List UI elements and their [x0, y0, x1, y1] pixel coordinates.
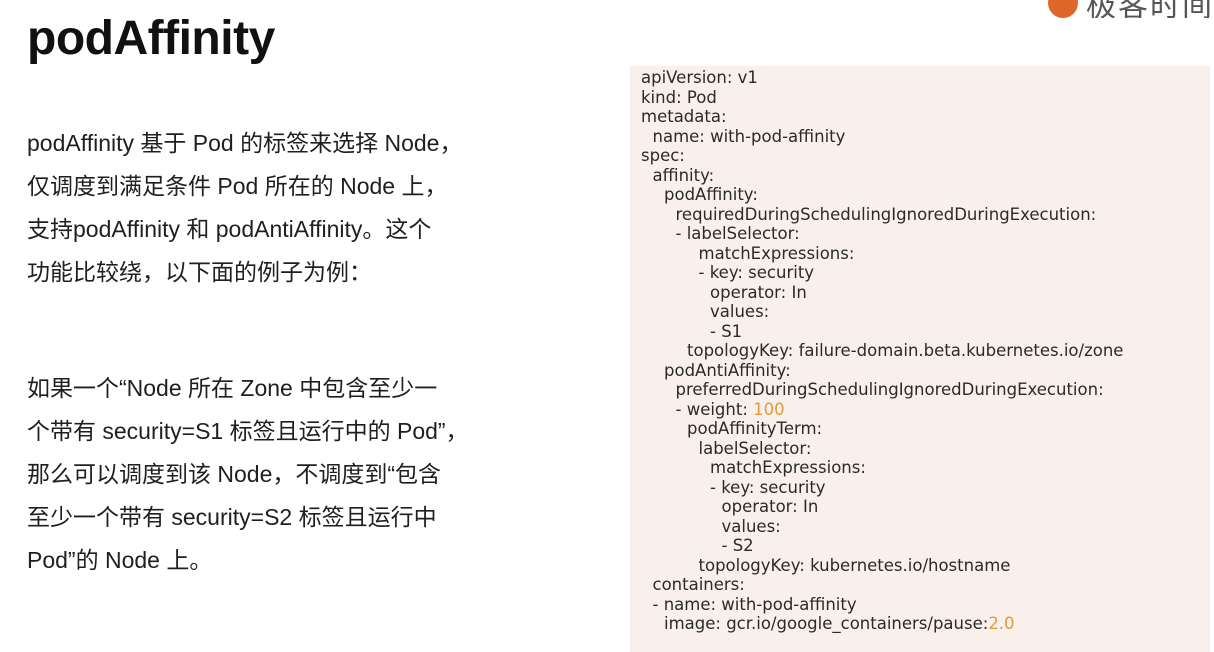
- code-text: - name: with-pod-affinity: [652, 594, 857, 614]
- code-text: name: with-pod-affinity: [652, 126, 846, 146]
- text-line: podAffinity 基于 Pod 的标签来选择 Node，: [27, 130, 463, 156]
- code-text: apiVersion: v1: [641, 68, 758, 87]
- code-text: - S2: [721, 536, 754, 555]
- text-line: 如果一个“Node 所在 Zone 中包含至少一: [27, 375, 438, 401]
- code-text: matchExpressions:: [710, 458, 866, 477]
- code-line: affinity:: [641, 166, 1123, 186]
- slide: podAffinity 极客时间 podAffinity 基于 Pod 的标签来…: [0, 0, 1214, 652]
- logo-mark-icon: [1048, 0, 1078, 18]
- brand-logo: 极客时间: [1048, 0, 1214, 18]
- code-text: - weight:: [675, 399, 754, 419]
- code-text: - key: security: [698, 263, 815, 282]
- code-line: preferredDuringSchedulingIgnoredDuringEx…: [641, 380, 1123, 400]
- code-line: - S2: [641, 536, 1123, 556]
- code-text: podAffinityTerm:: [687, 419, 823, 438]
- code-line: matchExpressions:: [641, 458, 1123, 478]
- code-number-value: 2.0: [988, 614, 1015, 633]
- text-line: 那么可以调度到该 Node，不调度到“包含: [27, 461, 442, 487]
- code-text: operator: In: [710, 282, 807, 302]
- code-text: values:: [710, 302, 770, 321]
- code-line: - labelSelector:: [641, 224, 1123, 244]
- code-line: podAffinity:: [641, 185, 1123, 205]
- code-text: podAntiAffinity:: [664, 360, 791, 380]
- code-text: requiredDuringSchedulingIgnoredDuringExe…: [675, 204, 1097, 224]
- code-line: apiVersion: v1: [641, 68, 1123, 88]
- code-line: - S1: [641, 322, 1123, 342]
- code-line: operator: In: [641, 497, 1123, 517]
- code-text: kind: Pod: [641, 87, 717, 107]
- description-paragraph-1: podAffinity 基于 Pod 的标签来选择 Node， 仅调度到满足条件…: [27, 122, 527, 294]
- text-line: 支持podAffinity 和 podAntiAffinity。这个: [27, 216, 432, 242]
- code-text: matchExpressions:: [698, 243, 855, 263]
- code-line: labelSelector:: [641, 439, 1123, 459]
- text-line: 仅调度到满足条件 Pod 所在的 Node 上，: [27, 173, 448, 199]
- code-text: - S1: [710, 321, 743, 341]
- slide-title: podAffinity: [27, 12, 275, 65]
- code-line: matchExpressions:: [641, 244, 1123, 264]
- code-text: affinity:: [652, 165, 715, 185]
- code-text: topologyKey: failure-domain.beta.kuberne…: [687, 341, 1124, 360]
- yaml-code-block: apiVersion: v1 kind: Pod metadata: name: wi…: [641, 68, 1123, 634]
- code-line: requiredDuringSchedulingIgnoredDuringExe…: [641, 205, 1123, 225]
- code-line: - name: with-pod-affinity: [641, 595, 1123, 615]
- code-line: podAntiAffinity:: [641, 361, 1123, 381]
- code-text: values:: [721, 516, 781, 536]
- text-line: 至少一个带有 security=S2 标签且运行中: [27, 504, 437, 530]
- code-line: spec:: [641, 146, 1123, 166]
- code-text: - key: security: [710, 477, 826, 497]
- text-line: 个带有 security=S1 标签且运行中的 Pod”，: [27, 418, 469, 444]
- code-line: topologyKey: kubernetes.io/hostname: [641, 556, 1123, 576]
- code-line: values:: [641, 302, 1123, 322]
- code-text: labelSelector:: [698, 438, 812, 458]
- code-line: image: gcr.io/google_containers/pause:2.…: [641, 614, 1123, 634]
- code-text: operator: In: [721, 497, 819, 516]
- code-line: operator: In: [641, 283, 1123, 303]
- code-text: - labelSelector:: [675, 224, 800, 243]
- code-text: metadata:: [641, 107, 727, 126]
- code-line: - weight: 100: [641, 400, 1123, 420]
- code-text: podAffinity:: [664, 185, 758, 204]
- code-line: - key: security: [641, 478, 1123, 498]
- code-line: name: with-pod-affinity: [641, 127, 1123, 147]
- code-line: metadata:: [641, 107, 1123, 127]
- code-text: preferredDuringSchedulingIgnoredDuringEx…: [675, 380, 1104, 399]
- text-line: Pod”的 Node 上。: [27, 547, 213, 573]
- logo-text: 极客时间: [1086, 0, 1214, 18]
- description-paragraph-2: 如果一个“Node 所在 Zone 中包含至少一 个带有 security=S1…: [27, 367, 527, 582]
- code-line: podAffinityTerm:: [641, 419, 1123, 439]
- text-line: 功能比较绕，以下面的例子为例：: [27, 259, 372, 285]
- code-text: spec:: [641, 146, 685, 165]
- code-text: containers:: [652, 575, 745, 594]
- code-line: containers:: [641, 575, 1123, 595]
- code-line: topologyKey: failure-domain.beta.kuberne…: [641, 341, 1123, 361]
- code-line: kind: Pod: [641, 88, 1123, 108]
- code-number-value: 100: [753, 399, 785, 419]
- code-text: topologyKey: kubernetes.io/hostname: [698, 555, 1011, 575]
- code-text: image: gcr.io/google_containers/pause:: [664, 614, 989, 633]
- code-line: - key: security: [641, 263, 1123, 283]
- code-line: values:: [641, 517, 1123, 537]
